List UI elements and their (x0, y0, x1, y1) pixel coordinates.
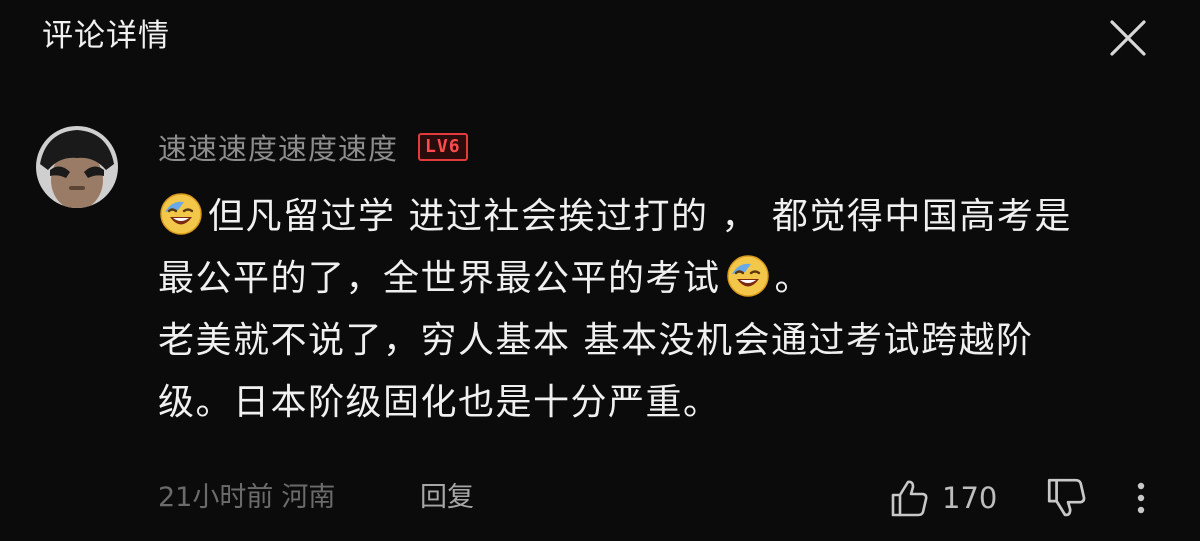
thumbs-down-icon (1047, 478, 1086, 517)
like-button[interactable]: 170 (888, 474, 997, 522)
more-vertical-icon (1137, 482, 1145, 514)
comment-text: 但凡留过学 进过社会挨过打的 ， 都觉得中国高考是 最公平的了，全世界最公平的考… (158, 186, 1168, 434)
comment-line: 最公平的了，全世界最公平的考试 。 (158, 248, 1168, 310)
page-title: 评论详情 (42, 18, 170, 54)
avatar[interactable] (36, 126, 118, 208)
username[interactable]: 速速速度速度速度 (158, 126, 398, 168)
comment-line-3: 老美就不说了，穷人基本 基本没机会通过考试跨越阶 (158, 320, 1034, 361)
close-icon (1110, 20, 1146, 56)
grinning-sweat-emoji-icon (726, 255, 769, 297)
level-badge: LV6 (418, 133, 468, 161)
more-options-button[interactable] (1128, 476, 1154, 520)
close-button[interactable] (1104, 14, 1152, 62)
grinning-sweat-emoji-icon (160, 193, 202, 235)
comment-time: 21小时前 (158, 482, 274, 513)
comment-location: 河南 (281, 482, 336, 513)
dislike-button[interactable] (1044, 476, 1088, 520)
comment-line-1: 但凡留过学 进过社会挨过打的 ， 都觉得中国高考是 (208, 196, 1072, 237)
like-count: 170 (942, 481, 998, 515)
comment-line-2-end: 。 (774, 258, 813, 299)
comment-meta: 21小时前 河南 (158, 476, 335, 520)
comment-line-2: 最公平的了，全世界最公平的考试 (158, 258, 721, 299)
comment-line: 但凡留过学 进过社会挨过打的 ， 都觉得中国高考是 (158, 186, 1168, 248)
thumbs-up-icon (891, 480, 928, 517)
reply-button[interactable]: 回复 (420, 476, 474, 520)
comment-line-4: 级。日本阶级固化也是十分严重。 (158, 382, 721, 423)
